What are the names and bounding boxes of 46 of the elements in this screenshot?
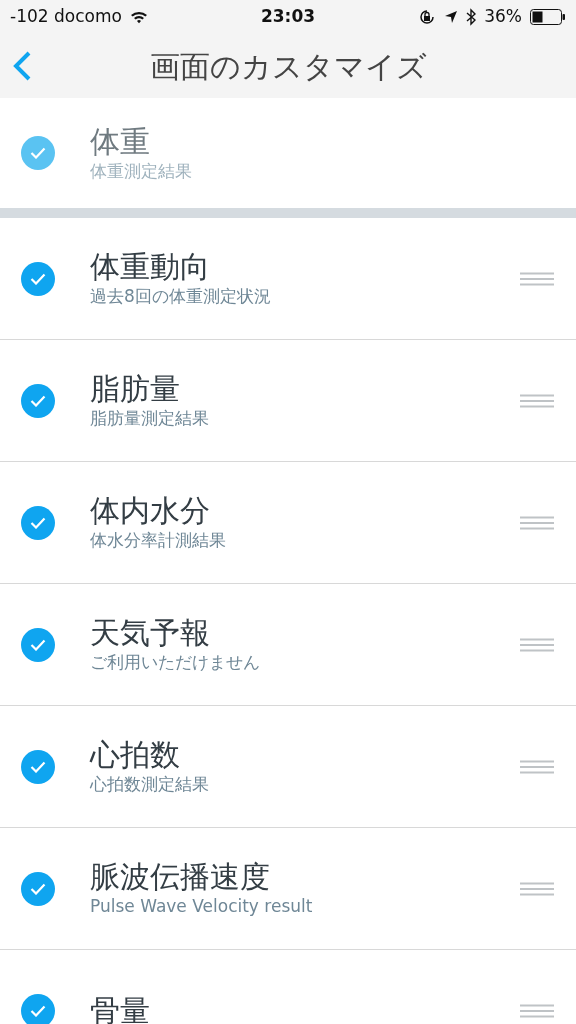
check-icon <box>30 1004 46 1017</box>
item-subtitle: 体重測定結果 <box>90 159 192 183</box>
clock-text: 23:03 <box>260 6 316 27</box>
drag-handle-icon[interactable] <box>520 515 554 530</box>
bluetooth-icon <box>466 8 477 26</box>
item-title: 心拍数 <box>90 737 181 774</box>
drag-handle-icon[interactable] <box>520 881 554 896</box>
carrier-text: -102 docomo <box>10 5 122 29</box>
checkbox[interactable] <box>21 383 55 418</box>
drag-handle-icon[interactable] <box>520 393 554 408</box>
check-icon <box>30 760 46 773</box>
check-icon <box>30 516 46 529</box>
item-title: 天気予報 <box>90 615 211 652</box>
item-title: 脈波伝播速度 <box>90 859 271 896</box>
rotation-lock-icon <box>418 8 437 26</box>
item-title: 体重動向 <box>90 249 211 286</box>
checkbox[interactable] <box>21 749 55 784</box>
item-subtitle: Pulse Wave Velocity result <box>90 895 313 918</box>
checkbox[interactable] <box>21 627 55 662</box>
check-icon <box>30 147 46 159</box>
drag-handle-icon[interactable] <box>520 271 554 286</box>
item-title: 体内水分 <box>90 493 211 530</box>
item-title: 体重 <box>90 123 151 160</box>
check-icon <box>30 638 46 651</box>
item-title: 骨量 <box>90 992 150 1024</box>
item-subtitle: 過去8回の体重測定状況 <box>90 285 271 308</box>
drag-handle-icon[interactable] <box>520 759 554 774</box>
location-arrow-icon <box>444 10 459 24</box>
checkbox[interactable] <box>21 993 55 1024</box>
check-icon <box>30 272 46 285</box>
checkbox[interactable] <box>21 871 55 906</box>
item-subtitle: 心拍数測定結果 <box>90 773 209 796</box>
item-subtitle: 体水分率計測結果 <box>90 529 226 552</box>
drag-handle-icon[interactable] <box>520 1003 554 1018</box>
item-subtitle: 脂肪量測定結果 <box>90 407 209 430</box>
checkbox[interactable] <box>21 261 55 296</box>
item-title: 脂肪量 <box>90 371 181 408</box>
battery-percent: 36% <box>484 5 522 29</box>
drag-handle-icon[interactable] <box>520 637 554 652</box>
check-icon <box>30 394 46 407</box>
check-icon <box>30 882 46 895</box>
checkbox[interactable] <box>21 505 55 540</box>
screen-title: 画面のカスタマイズ <box>149 47 427 86</box>
wifi-icon <box>129 10 148 24</box>
item-subtitle: ご利用いただけません <box>90 651 260 674</box>
battery-icon <box>530 9 566 25</box>
